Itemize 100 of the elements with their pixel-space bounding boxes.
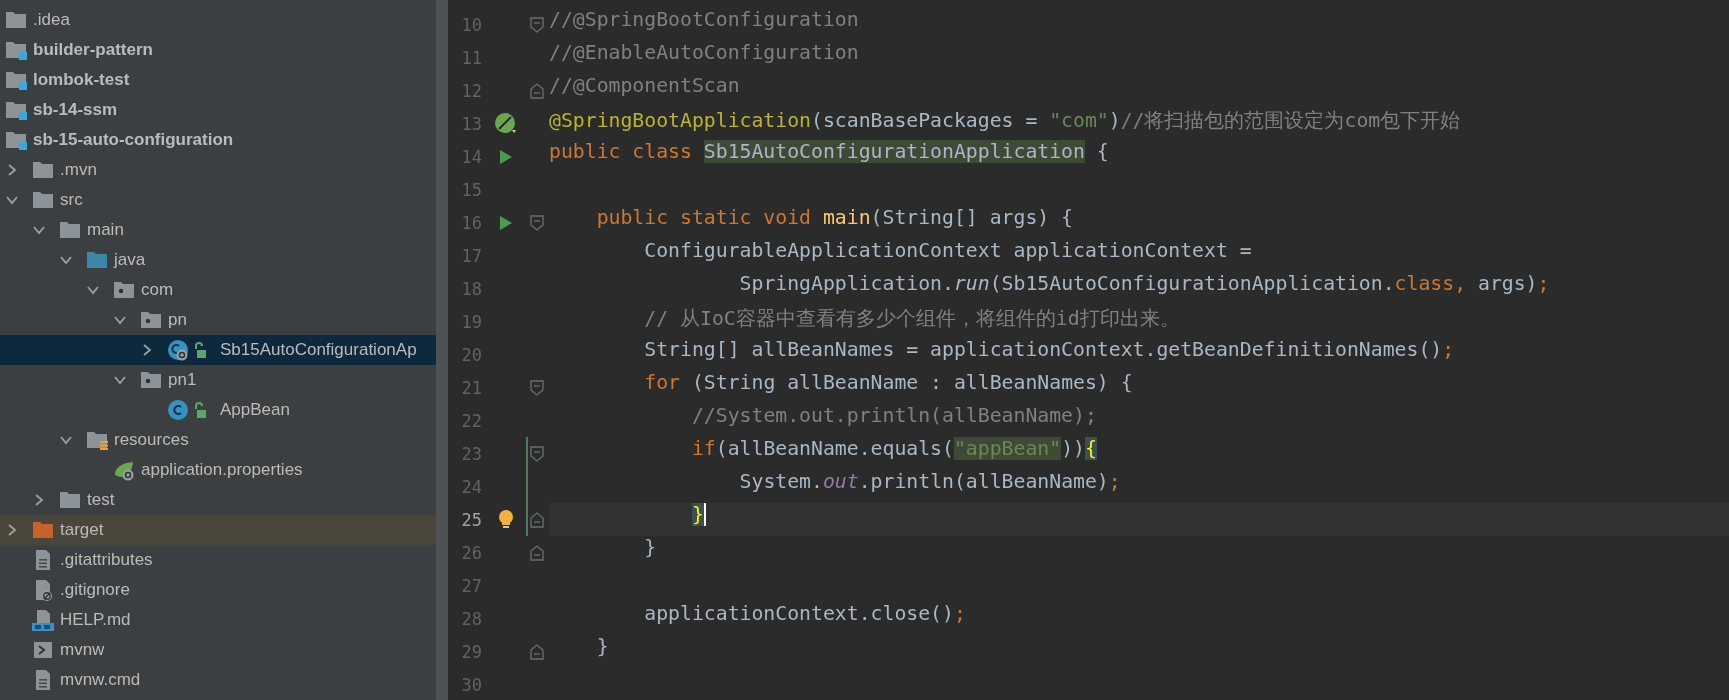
tree-item-label: lombok-test (32, 70, 130, 90)
code-line: //@EnableAutoConfiguration (549, 41, 860, 66)
tree-item-label: src (59, 190, 83, 210)
tree-row[interactable]: .gitignore (0, 575, 436, 605)
tree-item-label: sb-15-auto-configuration (32, 130, 234, 150)
tree-row[interactable]: test (0, 485, 436, 515)
line-number: 21 (460, 377, 483, 398)
tree-row[interactable]: mvnw.cmd (0, 665, 436, 695)
line-number: 29 (460, 641, 483, 662)
folder-icon (86, 249, 108, 271)
tree-row[interactable]: main (0, 215, 436, 245)
tree-row[interactable]: mvnw (0, 635, 436, 665)
code-line: //@SpringBootConfiguration (549, 8, 860, 33)
code-line: //@ComponentScan (549, 74, 741, 99)
code-line: String[] allBeanNames = applicationContext.getBeanDefinitionNames(); (643, 338, 1456, 363)
tree-item-label: com (140, 280, 174, 300)
tree-row[interactable]: .gitattributes (0, 545, 436, 575)
line-number: 26 (460, 542, 483, 563)
line-number: 30 (460, 674, 483, 695)
tree-item-label: builder-pattern (32, 40, 153, 60)
tree-row[interactable]: .mvn (0, 155, 436, 185)
fold-icon[interactable] (530, 643, 544, 660)
code-line: @SpringBootApplication(scanBasePackages = "com")//将扫描包的范围设定为com包下开始 (549, 108, 1462, 134)
tree-row[interactable]: application.properties (0, 455, 436, 485)
folder-icon (86, 429, 108, 451)
folder-icon (32, 159, 54, 181)
fold-icon[interactable] (530, 511, 544, 528)
code-line: SpringApplication.run(Sb15AutoConfigurationApplication.class, args); (738, 272, 1551, 297)
class-icon (167, 339, 189, 361)
run-icon[interactable] (499, 214, 513, 231)
fold-icon[interactable] (530, 16, 544, 33)
tree-item-label: pn (167, 310, 187, 330)
tree-row[interactable]: HELP.md (0, 605, 436, 635)
tree-row[interactable]: pn1 (0, 365, 436, 395)
line-number: 18 (460, 278, 483, 299)
code-line: } (595, 635, 610, 660)
folder-icon (113, 279, 135, 301)
lock-icon (194, 402, 206, 418)
code-line: for (String allBeanName : allBeanNames) { (643, 371, 1134, 396)
tree-row[interactable]: sb-14-ssm (0, 95, 436, 125)
folder-icon (5, 69, 27, 91)
folder-icon (32, 519, 54, 541)
line-number: 22 (460, 410, 483, 431)
tree-item-label: main (86, 220, 124, 240)
tree-item-label: application.properties (140, 460, 303, 480)
tree-row[interactable]: lombok-test (0, 65, 436, 95)
tree-item-label: java (113, 250, 146, 270)
tree-row[interactable]: Sb15AutoConfigurationAp (0, 335, 436, 365)
line-number: 23 (460, 443, 483, 464)
code-line: //System.out.println(allBeanName); (690, 404, 1098, 429)
tree-item-label: AppBean (219, 400, 290, 420)
tree-row[interactable]: src (0, 185, 436, 215)
tree-row[interactable]: builder-pattern (0, 35, 436, 65)
tree-item-label: mvnw (59, 640, 105, 660)
line-number: 11 (460, 47, 483, 68)
code-line: public static void main(String[] args) { (595, 206, 1075, 231)
tree-row[interactable]: .idea (0, 5, 436, 35)
fold-icon[interactable] (530, 82, 544, 99)
folder-icon (5, 129, 27, 151)
file-icon (32, 609, 54, 631)
folder-icon (5, 39, 27, 61)
tree-item-label: pn1 (167, 370, 197, 390)
tree-row[interactable]: sb-15-auto-configuration (0, 125, 436, 155)
tree-item-label: target (59, 520, 104, 540)
tree-item-label: .mvn (59, 160, 97, 180)
code-line: } (643, 536, 658, 561)
code-line: public class Sb15AutoConfigurationApplication { (549, 140, 1110, 165)
fold-icon[interactable] (530, 214, 544, 231)
tree-row[interactable]: AppBean (0, 395, 436, 425)
tree-row[interactable]: pn (0, 305, 436, 335)
line-number: 27 (460, 575, 483, 596)
line-number: 15 (460, 179, 483, 200)
tree-row[interactable]: com (0, 275, 436, 305)
line-number: 12 (460, 80, 483, 101)
line-number: 17 (460, 245, 483, 266)
run-icon[interactable] (499, 148, 513, 165)
code-line: System.out.println(allBeanName); (738, 470, 1122, 495)
line-number: 16 (460, 212, 483, 233)
scrollbar[interactable] (436, 0, 448, 700)
line-number: 25 (460, 509, 483, 530)
tree-item-label: test (86, 490, 115, 510)
leaf-icon[interactable] (494, 111, 518, 136)
tree-item-label: Sb15AutoConfigurationAp (219, 340, 417, 360)
tree-item-label: mvnw.cmd (59, 670, 141, 690)
bulb-icon[interactable] (498, 509, 514, 530)
folder-icon (59, 219, 81, 241)
code-line: if(allBeanName.equals("appBean")){ (690, 437, 1098, 462)
tree-item-label: sb-14-ssm (32, 100, 118, 120)
line-number: 14 (460, 146, 483, 167)
tree-row[interactable]: java (0, 245, 436, 275)
fold-icon[interactable] (530, 379, 544, 396)
tree-row[interactable]: target (0, 515, 436, 545)
line-number: 10 (460, 14, 483, 35)
tree-row[interactable]: resources (0, 425, 436, 455)
folder-icon (32, 189, 54, 211)
fold-icon[interactable] (530, 544, 544, 561)
fold-icon[interactable] (530, 445, 544, 462)
line-number: 20 (460, 344, 483, 365)
line-number: 24 (460, 476, 483, 497)
class-icon (167, 399, 189, 421)
